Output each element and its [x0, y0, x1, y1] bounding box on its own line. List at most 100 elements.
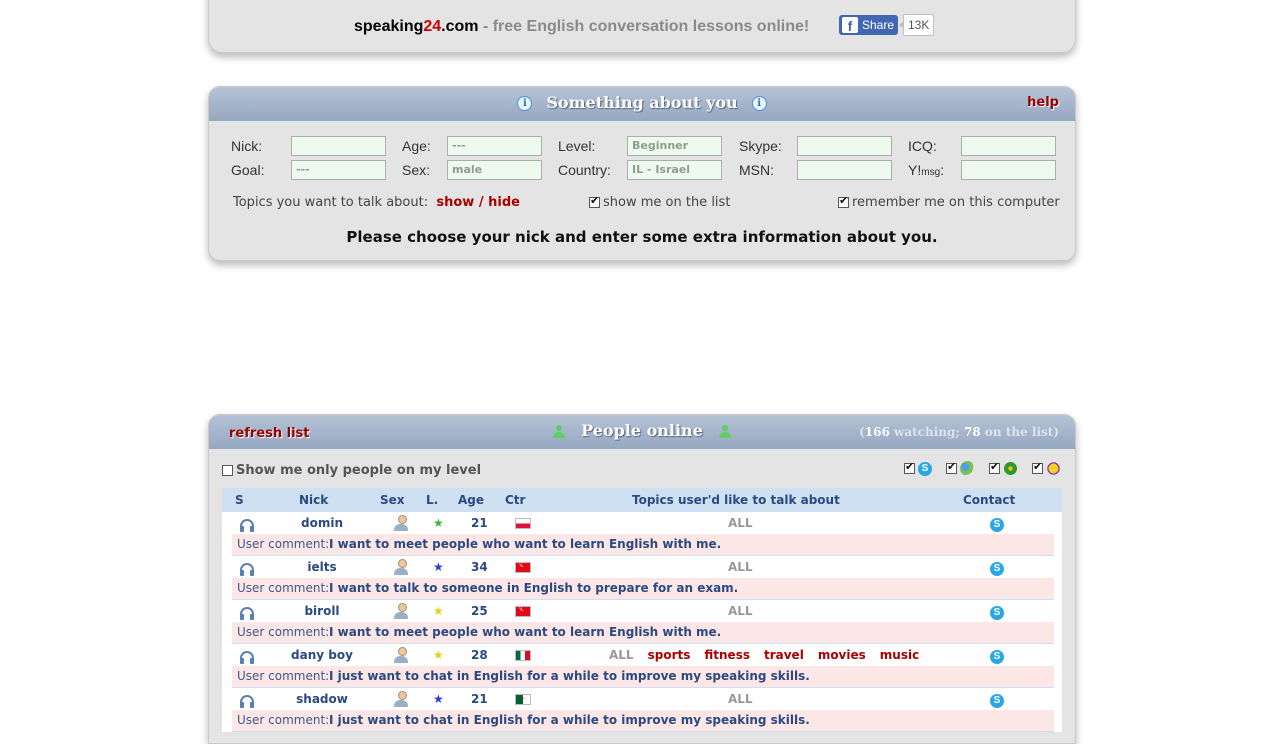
col-country[interactable]: Ctr	[505, 493, 525, 507]
msn-label: MSN:	[739, 162, 774, 178]
info-icon[interactable]: i	[517, 96, 533, 111]
tagline: - free English conversation lessons onli…	[478, 18, 810, 35]
user-age: 21	[471, 516, 488, 530]
ymsg-label-a: Y!	[908, 162, 922, 178]
level-star-icon: ★	[433, 560, 444, 574]
contact-filters: S	[904, 460, 1061, 476]
people-online-panel: refresh list People online (166 watching…	[208, 414, 1076, 744]
msn-field[interactable]	[797, 160, 892, 180]
table-row[interactable]: shadow ★ 21 ALL S	[222, 688, 1062, 710]
icq-field[interactable]	[961, 136, 1056, 156]
filter-yahoo-checkbox[interactable]	[1032, 460, 1043, 474]
user-topics: ALL	[728, 692, 753, 706]
show-on-list-option[interactable]: show me on the list	[589, 194, 730, 210]
country-flag-icon	[515, 694, 531, 705]
table-row[interactable]: dany boy ★ 28 ALL sports fitness travel movies m…	[222, 644, 1062, 666]
filter-skype[interactable]: S	[904, 460, 932, 476]
instruction-notice: Please choose your nick and enter some e…	[346, 228, 938, 246]
users-table: S Nick Sex L. Age Ctr Topics user'd like…	[222, 488, 1062, 732]
filter-msn[interactable]	[946, 460, 975, 476]
user-online-icon	[553, 424, 566, 439]
filter-yahoo[interactable]	[1032, 460, 1061, 476]
col-age[interactable]: Age	[458, 493, 484, 507]
user-nick[interactable]: dany boy	[222, 648, 422, 662]
watching-stats: (166 watching; 78 on the list)	[859, 425, 1059, 439]
level-label: Level:	[558, 138, 596, 154]
col-nick[interactable]: Nick	[299, 493, 328, 507]
ymsg-label-b: msg	[921, 167, 941, 178]
facebook-icon: f	[842, 17, 858, 33]
ymsg-label: Y!msg:	[908, 162, 944, 178]
comment-text: I want to talk to someone in English to …	[329, 581, 739, 595]
about-header: i Something about you i help	[209, 87, 1075, 121]
nick-field[interactable]	[291, 136, 386, 156]
facebook-share-button[interactable]: f Share	[839, 15, 898, 35]
country-select[interactable]: IL - Israel	[627, 160, 722, 180]
user-topics: ALL sports fitness travel movies music	[609, 648, 919, 662]
comment-label: User comment:	[237, 713, 330, 727]
user-topics: ALL	[728, 604, 753, 618]
skype-field[interactable]	[797, 136, 892, 156]
country-label: Country:	[558, 162, 611, 178]
filter-skype-checkbox[interactable]	[904, 460, 915, 474]
users-list: domin ★ 21 ALL S User comment: I want to meet …	[222, 512, 1062, 732]
col-status[interactable]: S	[235, 493, 244, 507]
info-icon[interactable]: i	[751, 96, 767, 111]
skype-contact-icon[interactable]: S	[990, 606, 1004, 620]
watching-label: watching;	[894, 425, 960, 439]
user-comment-row: User comment: I want to talk to someone i…	[232, 578, 1054, 600]
level-filter-label: Show me only people on my level	[236, 463, 482, 478]
goal-label: Goal:	[231, 162, 265, 178]
topic-tag: travel	[763, 648, 804, 662]
table-row[interactable]: ielts ★ 34 ALL S	[222, 556, 1062, 578]
user-nick[interactable]: biroll	[222, 604, 422, 618]
user-comment-row: User comment: I want to meet people who w…	[232, 534, 1054, 556]
sex-select[interactable]: male	[447, 160, 542, 180]
topic-tag: fitness	[704, 648, 750, 662]
user-age: 34	[471, 560, 488, 574]
user-age: 28	[471, 648, 488, 662]
top-banner: speaking24.com - free English conversati…	[208, 0, 1076, 53]
table-row[interactable]: domin ★ 21 ALL S	[222, 512, 1062, 534]
watching-count: 166	[864, 425, 890, 439]
user-comment-row: User comment: I just want to chat in Engl…	[232, 710, 1054, 732]
table-row[interactable]: biroll ★ 25 ALL S	[222, 600, 1062, 622]
topic-tag: ALL	[728, 560, 753, 574]
about-title: i Something about you i	[209, 93, 1075, 112]
level-filter-checkbox[interactable]	[222, 465, 233, 476]
user-nick[interactable]: domin	[222, 516, 422, 530]
level-filter-option[interactable]: Show me only people on my level	[222, 463, 481, 478]
skype-contact-icon[interactable]: S	[990, 562, 1004, 576]
user-nick[interactable]: ielts	[222, 560, 422, 574]
people-title-text: People online	[581, 421, 703, 440]
filter-msn-checkbox[interactable]	[946, 460, 957, 474]
share-count: 13K	[898, 14, 935, 36]
ymsg-field[interactable]	[961, 160, 1056, 180]
level-star-icon: ★	[433, 692, 444, 706]
skype-contact-icon[interactable]: S	[990, 650, 1004, 664]
col-level[interactable]: L.	[426, 493, 438, 507]
topics-label: Topics you want to talk about:	[233, 195, 429, 210]
user-nick[interactable]: shadow	[222, 692, 422, 706]
filter-icq-checkbox[interactable]	[989, 460, 1000, 474]
comment-text: I just want to chat in English for a whi…	[329, 669, 810, 683]
level-select[interactable]: Beginner	[627, 136, 722, 156]
goal-select[interactable]: ---	[291, 160, 386, 180]
col-sex[interactable]: Sex	[380, 493, 405, 507]
skype-contact-icon[interactable]: S	[990, 518, 1004, 532]
help-link[interactable]: help	[1027, 95, 1059, 110]
show-on-list-checkbox[interactable]	[589, 194, 600, 208]
remember-option[interactable]: remember me on this computer	[838, 194, 1060, 210]
yahoo-icon	[1046, 461, 1061, 476]
brand-name: speaking	[354, 18, 424, 35]
topics-toggle-link[interactable]: show / hide	[436, 195, 520, 210]
remember-checkbox[interactable]	[838, 194, 849, 208]
comment-label: User comment:	[237, 581, 330, 595]
list-count: 78	[964, 425, 981, 439]
male-icon	[394, 559, 408, 575]
filter-icq[interactable]	[989, 460, 1018, 476]
skype-contact-icon[interactable]: S	[990, 694, 1004, 708]
age-select[interactable]: ---	[447, 136, 542, 156]
people-header: refresh list People online (166 watching…	[209, 415, 1075, 449]
brand-domain: .com	[441, 18, 479, 35]
